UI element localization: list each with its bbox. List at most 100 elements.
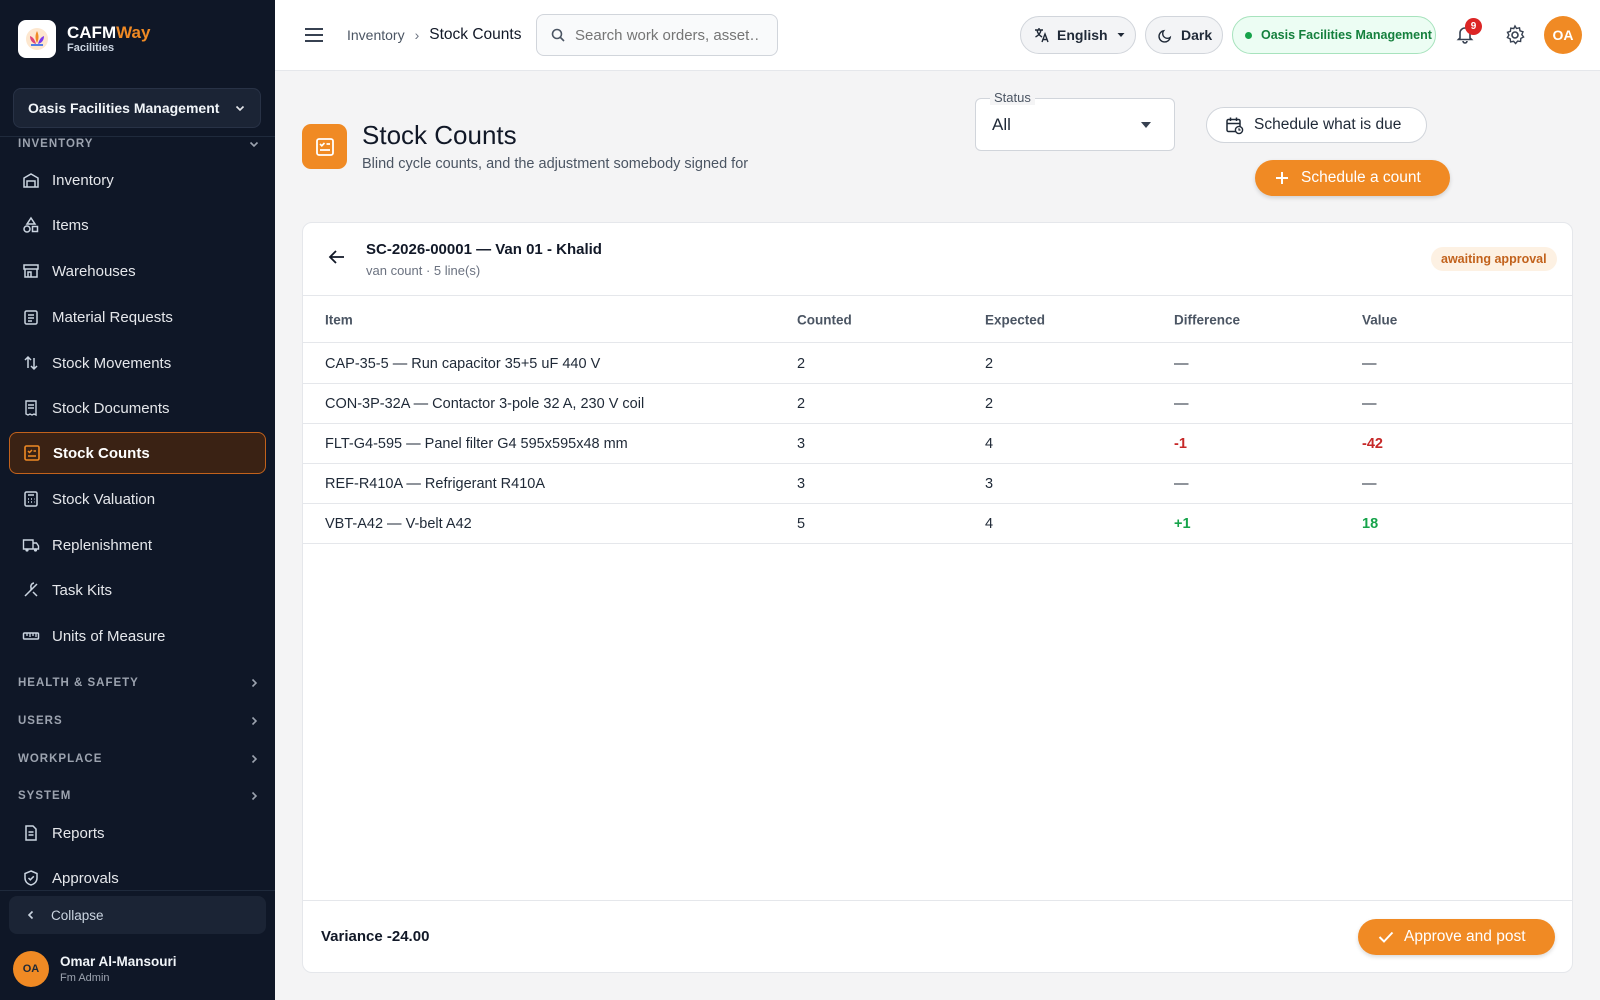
sidebar-item-label: Stock Documents <box>52 399 170 417</box>
breadcrumb-link-inventory[interactable]: Inventory <box>347 27 405 43</box>
cell-difference: — <box>1174 395 1189 412</box>
sidebar-item-task-kits[interactable]: Task Kits <box>9 569 266 611</box>
sidebar-section-users[interactable]: USERS <box>18 715 260 727</box>
sidebar-item-items[interactable]: Items <box>9 204 266 246</box>
card-header: SC-2026-00001 — Van 01 - Khalid van coun… <box>303 223 1572 296</box>
status-dot <box>1245 31 1252 39</box>
chevron-left-icon <box>27 910 34 920</box>
brand-subtitle: Facilities <box>67 42 115 55</box>
table-row[interactable]: REF-R410A — Refrigerant R410A 3 3 — — <box>303 464 1572 504</box>
schedule-count-button[interactable]: Schedule a count <box>1255 160 1450 196</box>
sidebar-item-units-of-measure[interactable]: Units of Measure <box>9 615 266 657</box>
section-label: WORKPLACE <box>18 753 103 765</box>
card-footer: Variance -24.00 Approve and post <box>303 900 1572 972</box>
language-select[interactable]: English <box>1020 16 1136 54</box>
table-row[interactable]: FLT-G4-595 — Panel filter G4 595x595x48 … <box>303 424 1572 464</box>
theme-toggle[interactable]: Dark <box>1145 16 1223 54</box>
sidebar-section-workplace[interactable]: WORKPLACE <box>18 753 260 765</box>
language-label: English <box>1057 27 1108 43</box>
cell-value: 18 <box>1362 515 1379 532</box>
count-title: SC-2026-00001 — Van 01 - Khalid <box>366 241 602 258</box>
schedule-due-label: Schedule what is due <box>1254 116 1402 133</box>
sidebar-item-material-requests[interactable]: Material Requests <box>9 296 266 338</box>
calendar-clock-icon <box>1225 116 1244 135</box>
search-box[interactable] <box>536 14 778 56</box>
column-header-counted[interactable]: Counted <box>797 312 852 327</box>
cell-difference: +1 <box>1174 515 1191 532</box>
table-row[interactable]: VBT-A42 — V-belt A42 5 4 +1 18 <box>303 504 1572 544</box>
gear-icon[interactable] <box>1504 24 1526 46</box>
chevron-right-icon <box>251 791 258 801</box>
cell-difference: — <box>1174 475 1189 492</box>
cell-counted: 2 <box>797 355 806 372</box>
stock-counts-page-icon <box>302 124 347 169</box>
section-label: INVENTORY <box>18 138 94 150</box>
approve-and-post-button[interactable]: Approve and post <box>1358 919 1555 955</box>
column-header-item[interactable]: Item <box>325 312 353 327</box>
topbar: Inventory › Stock Counts English Dark Oa… <box>275 0 1600 71</box>
report-icon <box>22 824 40 842</box>
breadcrumb-current: Stock Counts <box>429 26 522 43</box>
sidebar-item-label: Warehouses <box>52 262 136 280</box>
cell-item: REF-R410A — Refrigerant R410A <box>325 475 546 492</box>
cell-expected: 2 <box>985 355 994 372</box>
user-role: Fm Admin <box>60 971 110 984</box>
sidebar-item-stock-movements[interactable]: Stock Movements <box>9 342 266 384</box>
schedule-due-button[interactable]: Schedule what is due <box>1206 107 1427 143</box>
search-input[interactable] <box>575 26 760 44</box>
back-arrow-icon[interactable] <box>327 247 349 269</box>
organization-select-value: Oasis Facilities Management <box>28 100 220 116</box>
sidebar-section-inventory[interactable]: INVENTORY <box>18 138 260 150</box>
chevron-right-icon: › <box>414 27 420 43</box>
chevron-right-icon <box>251 716 258 726</box>
sidebar-item-replenishment[interactable]: Replenishment <box>9 524 266 566</box>
sidebar-item-stock-valuation[interactable]: Stock Valuation <box>9 478 266 520</box>
sidebar-item-warehouses[interactable]: Warehouses <box>9 250 266 292</box>
brand[interactable]: CAFMWay Facilities <box>18 20 150 58</box>
status-filter-label: Status <box>990 90 1035 105</box>
sidebar-item-label: Stock Movements <box>52 354 172 372</box>
sidebar-item-label: Material Requests <box>52 308 173 326</box>
organization-badge[interactable]: Oasis Facilities Management <box>1232 16 1436 54</box>
sidebar-item-approvals[interactable]: Approvals <box>9 857 266 899</box>
sidebar-section-system[interactable]: SYSTEM <box>18 790 260 802</box>
page-subtitle: Blind cycle counts, and the adjustment s… <box>362 156 749 172</box>
caret-down-icon <box>1141 122 1151 128</box>
cell-item: CON-3P-32A — Contactor 3-pole 32 A, 230 … <box>325 395 645 412</box>
page-title: Stock Counts <box>362 120 517 150</box>
cell-difference: -1 <box>1174 435 1187 452</box>
menu-icon[interactable] <box>303 24 325 46</box>
user-profile[interactable]: OA Omar Al-Mansouri Fm Admin <box>13 951 177 987</box>
user-avatar[interactable]: OA <box>1544 16 1582 54</box>
table-row[interactable]: CAP-35-5 — Run capacitor 35+5 uF 440 V 2… <box>303 344 1572 384</box>
column-header-expected[interactable]: Expected <box>985 312 1045 327</box>
sidebar-item-stock-documents[interactable]: Stock Documents <box>9 387 266 429</box>
collapse-sidebar-button[interactable]: Collapse <box>9 896 266 934</box>
cell-value: — <box>1362 395 1377 412</box>
chevron-down-icon <box>235 105 245 112</box>
schedule-count-label: Schedule a count <box>1301 169 1421 186</box>
sidebar-item-stock-counts[interactable]: Stock Counts <box>9 432 266 474</box>
section-label: USERS <box>18 715 63 727</box>
sidebar-item-label: Stock Counts <box>53 444 150 462</box>
calculator-icon <box>22 490 40 508</box>
sidebar-item-inventory[interactable]: Inventory <box>9 159 266 201</box>
lotus-logo-icon <box>26 28 48 50</box>
status-filter-value: All <box>992 115 1011 134</box>
section-label: SYSTEM <box>18 790 72 802</box>
column-header-value[interactable]: Value <box>1362 312 1397 327</box>
column-header-difference[interactable]: Difference <box>1174 312 1240 327</box>
table-row[interactable]: CON-3P-32A — Contactor 3-pole 32 A, 230 … <box>303 384 1572 424</box>
sidebar-section-health-safety[interactable]: HEALTH & SAFETY <box>18 677 260 689</box>
brand-logo <box>18 20 56 58</box>
chevron-down-icon <box>249 141 259 148</box>
cell-expected: 3 <box>985 475 994 492</box>
cell-value: -42 <box>1362 435 1383 452</box>
sidebar-divider <box>0 890 275 891</box>
translate-icon <box>1035 28 1049 43</box>
cell-counted: 5 <box>797 515 806 532</box>
organization-badge-label: Oasis Facilities Management <box>1261 28 1432 42</box>
sidebar-item-reports[interactable]: Reports <box>9 812 266 854</box>
organization-select[interactable]: Oasis Facilities Management <box>13 88 261 128</box>
swap-vertical-icon <box>22 354 40 372</box>
